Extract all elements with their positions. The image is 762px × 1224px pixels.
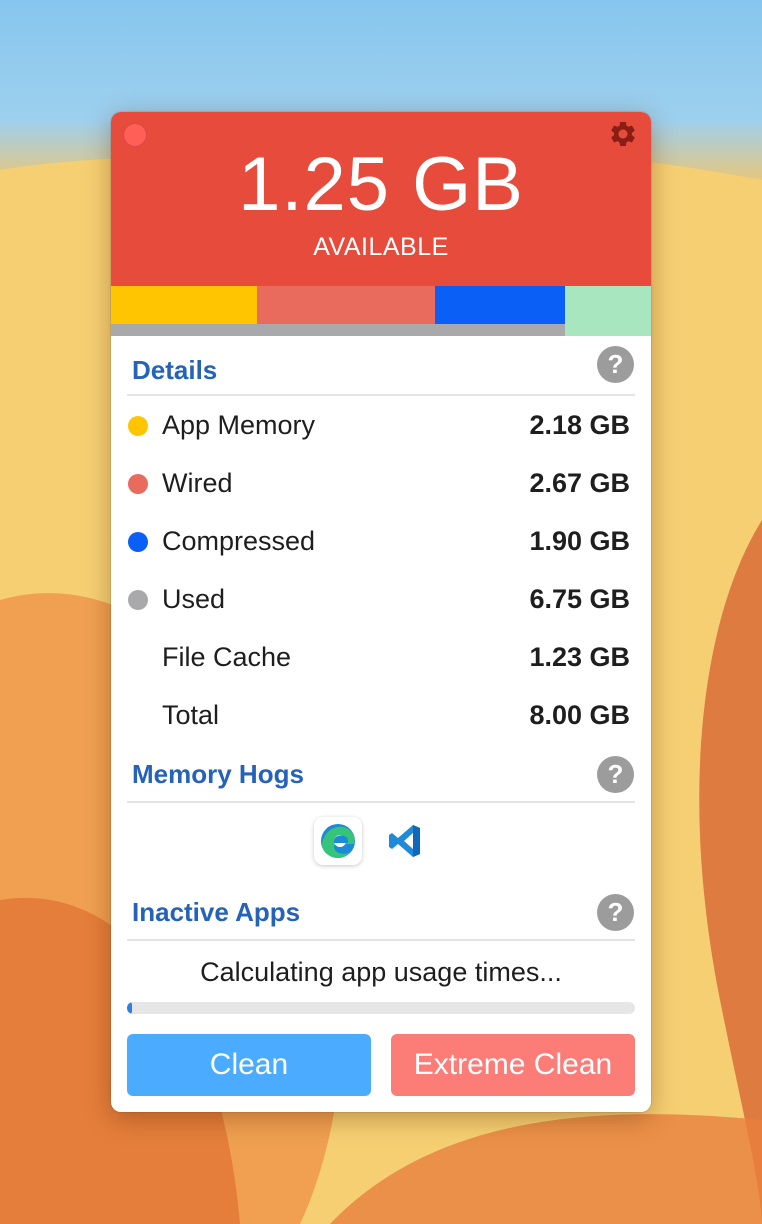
usage-segment-compressed (435, 286, 565, 324)
row-value: 2.18 GB (529, 410, 630, 440)
inactive-apps-title: Inactive Apps (132, 897, 301, 927)
usage-used-indicator (111, 324, 565, 336)
detail-row-used: Used 6.75 GB (111, 579, 651, 619)
usage-segment-app-memory (111, 286, 257, 324)
row-label: File Cache (162, 642, 292, 672)
row-value: 1.23 GB (529, 642, 630, 672)
detail-row-total: Total 8.00 GB (111, 695, 651, 735)
details-divider (127, 394, 635, 396)
available-label: AVAILABLE (313, 233, 449, 261)
row-value: 8.00 GB (529, 700, 630, 730)
memory-hogs-help-icon[interactable]: ? (597, 756, 634, 793)
detail-row-compressed: Compressed 1.90 GB (111, 521, 651, 561)
row-label: Wired (162, 468, 233, 498)
inactive-apps-status: Calculating app usage times... (200, 957, 562, 987)
used-dot-icon (128, 590, 148, 610)
extreme-clean-button[interactable]: Extreme Clean (391, 1034, 635, 1096)
inactive-apps-help-icon[interactable]: ? (597, 894, 634, 931)
details-help-icon[interactable]: ? (597, 346, 634, 383)
usage-segment-wired (257, 286, 435, 324)
clean-button[interactable]: Clean (127, 1034, 371, 1096)
available-header: 1.25 GB AVAILABLE (111, 112, 651, 286)
row-label: App Memory (162, 410, 316, 440)
wired-dot-icon (128, 474, 148, 494)
memory-hogs-divider (127, 801, 635, 803)
vscode-icon[interactable] (382, 817, 430, 865)
row-value: 6.75 GB (529, 584, 630, 614)
detail-row-wired: Wired 2.67 GB (111, 463, 651, 503)
details-title: Details (132, 355, 218, 385)
compressed-dot-icon (128, 532, 148, 552)
usage-segment-free (565, 286, 651, 336)
inactive-apps-progress-bar (127, 1002, 635, 1014)
edge-icon[interactable] (314, 817, 362, 865)
available-memory-value: 1.25 GB (238, 142, 524, 227)
row-label: Used (162, 584, 226, 614)
detail-row-app-memory: App Memory 2.18 GB (111, 405, 651, 445)
inactive-apps-divider (127, 939, 635, 941)
memory-usage-bar (111, 286, 651, 336)
detail-row-file-cache: File Cache 1.23 GB (111, 637, 651, 677)
row-value: 2.67 GB (529, 468, 630, 498)
app-memory-dot-icon (128, 416, 148, 436)
row-label: Total (162, 700, 220, 730)
memory-hogs-title: Memory Hogs (132, 759, 304, 789)
row-label: Compressed (162, 526, 316, 556)
memory-cleaner-panel: 1.25 GB AVAILABLE Details ? App Memory 2… (111, 112, 651, 1112)
progress-fill (127, 1002, 133, 1014)
row-value: 1.90 GB (529, 526, 630, 556)
